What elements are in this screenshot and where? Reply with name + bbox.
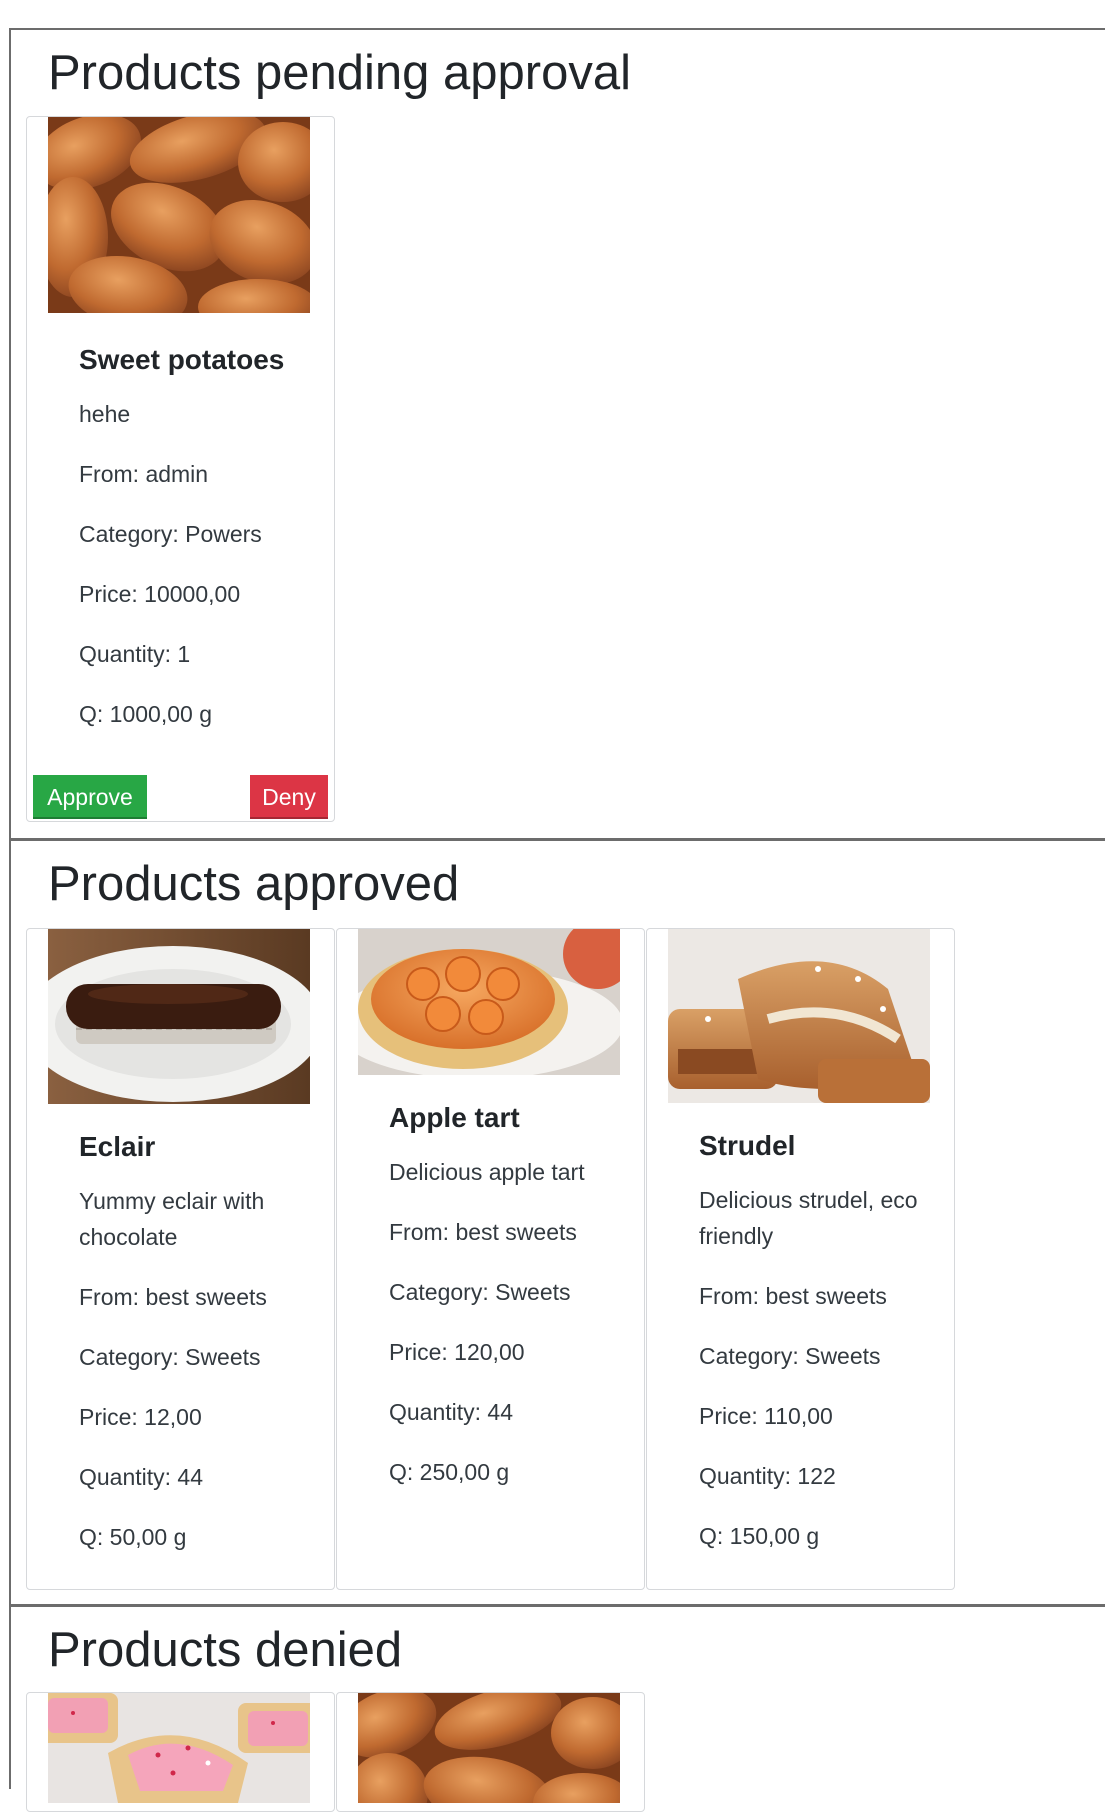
product-title: Strudel (699, 1130, 796, 1161)
product-title: Sweet potatoes (79, 344, 285, 375)
product-price: Price: 120,00 (389, 1339, 525, 1365)
product-card: Strudel Delicious strudel, eco friendly … (646, 928, 955, 1590)
product-description: Delicious apple tart (389, 1159, 585, 1185)
product-title: Eclair (79, 1131, 156, 1162)
denied-section: Products denied (9, 1604, 1105, 1812)
product-price: Price: 12,00 (79, 1404, 202, 1430)
product-from: From: best sweets (79, 1284, 267, 1310)
product-category: Category: Powers (79, 521, 262, 547)
product-quantity: Quantity: 122 (699, 1463, 836, 1489)
pending-section: Products pending approval Sweet potatoes… (9, 28, 1105, 841)
product-from: From: admin (79, 461, 209, 487)
product-description: Yummy eclair with chocolate (79, 1188, 265, 1250)
product-card (336, 1692, 645, 1812)
strudel-image (668, 929, 930, 1103)
product-category: Category: Sweets (699, 1343, 881, 1369)
product-card (26, 1692, 335, 1812)
sweet-potatoes-image (358, 1693, 620, 1803)
pending-heading: Products pending approval (48, 46, 631, 100)
product-weight: Q: 50,00 g (79, 1524, 187, 1550)
product-price: Price: 110,00 (699, 1403, 833, 1429)
product-card: Eclair Yummy eclair with chocolate From:… (26, 928, 335, 1590)
product-description: Delicious strudel, eco friendly (699, 1187, 918, 1249)
product-weight: Q: 150,00 g (699, 1523, 820, 1549)
eclair-image (48, 929, 310, 1104)
product-weight: Q: 1000,00 g (79, 701, 212, 727)
product-description: hehe (79, 401, 131, 427)
product-category: Category: Sweets (389, 1279, 571, 1305)
apple-tart-image (358, 929, 620, 1075)
product-from: From: best sweets (699, 1283, 887, 1309)
product-from: From: best sweets (389, 1219, 577, 1245)
product-title: Apple tart (389, 1102, 520, 1133)
product-quantity: Quantity: 44 (389, 1399, 514, 1425)
product-card: Sweet potatoes hehe From: admin Category… (26, 116, 335, 822)
deny-button[interactable]: Deny (250, 775, 328, 819)
sweet-potatoes-image (48, 117, 310, 313)
denied-heading: Products denied (48, 1623, 403, 1677)
pop-tart-image (48, 1693, 310, 1803)
approve-button[interactable]: Approve (33, 775, 147, 819)
product-price: Price: 10000,00 (79, 581, 241, 607)
product-quantity: Quantity: 44 (79, 1464, 204, 1490)
product-quantity: Quantity: 1 (79, 641, 191, 667)
approved-heading: Products approved (48, 857, 460, 911)
product-category: Category: Sweets (79, 1344, 261, 1370)
product-weight: Q: 250,00 g (389, 1459, 510, 1485)
approved-section: Products approved Eclair Yummy eclair wi… (9, 838, 1105, 1608)
product-card: Apple tart Delicious apple tart From: be… (336, 928, 645, 1590)
